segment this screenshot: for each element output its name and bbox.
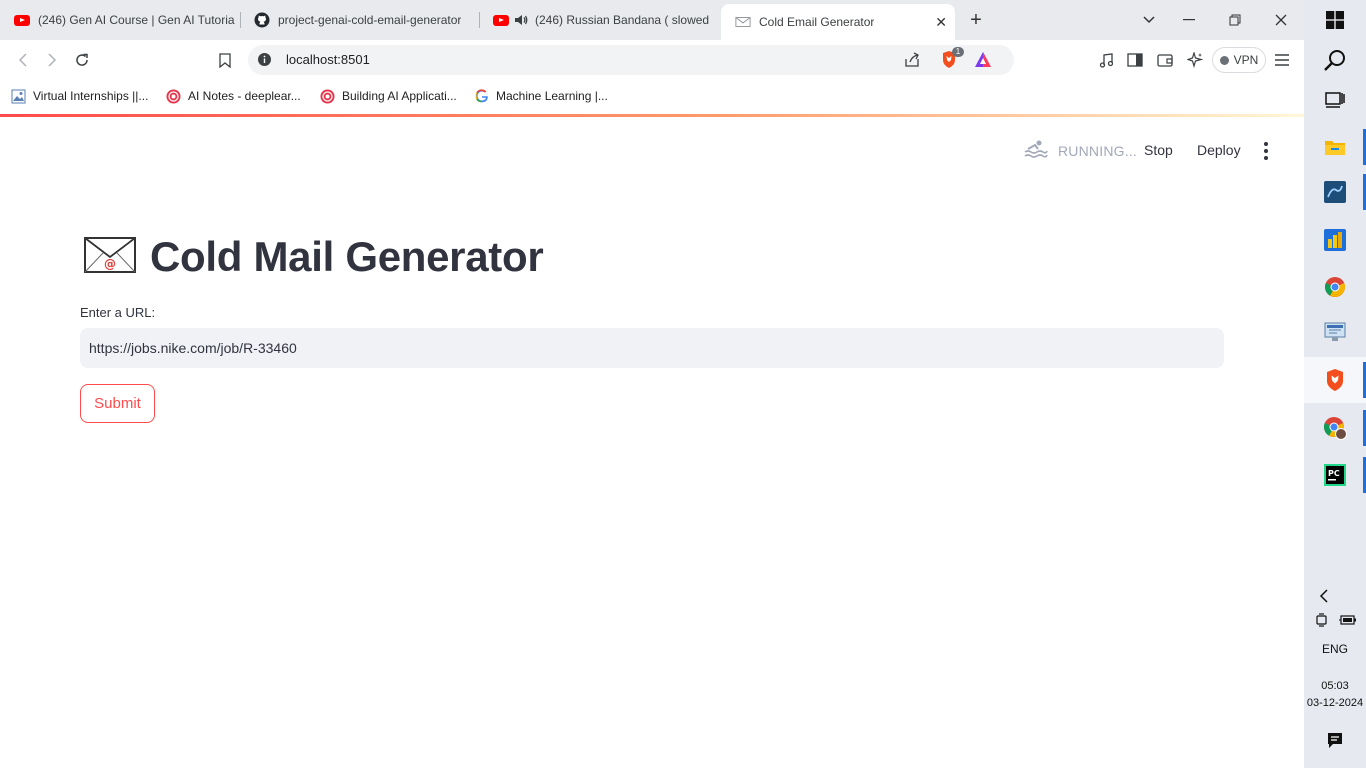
- tab-russian-bandana[interactable]: (246) Russian Bandana ( slowed: [479, 0, 717, 40]
- restore-icon[interactable]: [1222, 0, 1248, 40]
- github-icon: [254, 12, 270, 28]
- image-icon: [11, 89, 26, 104]
- bookmark-label: Building AI Applicati...: [342, 89, 457, 103]
- tab-title: (246) Russian Bandana ( slowed: [535, 13, 710, 27]
- sidebar-toggle-icon[interactable]: [1120, 40, 1150, 80]
- running-swimmer-icon: [1024, 139, 1048, 162]
- clock-time[interactable]: 05:03: [1304, 680, 1366, 692]
- share-icon[interactable]: [904, 52, 920, 73]
- tab-search-chevron-icon[interactable]: [1138, 0, 1160, 40]
- bookmark-machine-learning[interactable]: Machine Learning |...: [474, 86, 608, 106]
- new-tab-icon[interactable]: +: [964, 0, 988, 40]
- bookmarks-bar: Virtual Internships ||... AI Notes - dee…: [0, 80, 1304, 114]
- search-icon[interactable]: [1323, 48, 1347, 72]
- bookmark-building-ai[interactable]: Building AI Applicati...: [320, 86, 457, 106]
- wallet-icon[interactable]: [1150, 40, 1180, 80]
- site-info-icon[interactable]: [257, 52, 272, 72]
- remote-desktop-icon[interactable]: [1323, 320, 1347, 344]
- bookmark-label: AI Notes - deeplear...: [188, 89, 301, 103]
- page-title: Cold Mail Generator: [150, 233, 544, 280]
- back-icon[interactable]: [8, 40, 38, 80]
- stop-button[interactable]: Stop: [1144, 142, 1173, 158]
- vpn-status-icon: [1219, 55, 1229, 65]
- vpn-label: VPN: [1233, 53, 1259, 67]
- pycharm-icon[interactable]: PC: [1323, 463, 1347, 487]
- meet-now-icon[interactable]: [1310, 608, 1334, 632]
- tab-github-project[interactable]: project-genai-cold-email-generator: [240, 0, 476, 40]
- brave-rewards-icon[interactable]: [974, 51, 992, 73]
- brave-shields-badge: 1: [952, 47, 964, 57]
- tab-cold-email-generator[interactable]: Cold Email Generator ✕: [721, 4, 955, 40]
- svg-text:PC: PC: [1328, 469, 1340, 478]
- minimize-icon[interactable]: [1176, 0, 1202, 40]
- streamlit-app: RUNNING... Stop Deploy @ Cold Mail Gener…: [0, 117, 1304, 768]
- menu-hamburger-icon[interactable]: [1267, 40, 1297, 80]
- bookmark-icon[interactable]: [210, 40, 240, 80]
- youtube-icon: [493, 12, 509, 28]
- forward-icon[interactable]: [37, 40, 67, 80]
- browser-toolbar: localhost:8501 1 VPN: [0, 40, 1304, 80]
- tab-title: project-genai-cold-email-generator: [278, 13, 462, 27]
- task-view-icon[interactable]: [1323, 87, 1347, 111]
- bookmark-virtual-internships[interactable]: Virtual Internships ||...: [11, 86, 148, 106]
- bookmark-label: Virtual Internships ||...: [33, 89, 149, 103]
- deploy-button[interactable]: Deploy: [1197, 142, 1241, 158]
- notifications-icon[interactable]: [1323, 728, 1347, 752]
- input-language[interactable]: ENG: [1304, 642, 1366, 656]
- main-menu-kebab-icon[interactable]: [1258, 141, 1274, 161]
- windows-start-icon[interactable]: [1323, 8, 1347, 32]
- close-window-icon[interactable]: [1268, 0, 1294, 40]
- media-music-icon[interactable]: [1091, 40, 1121, 80]
- clock-date[interactable]: 03-12-2024: [1304, 697, 1366, 709]
- tab-title: (246) Gen AI Course | Gen AI Tutoria: [38, 13, 235, 27]
- tab-title: Cold Email Generator: [759, 15, 875, 29]
- page-title-row: @ Cold Mail Generator: [84, 233, 544, 281]
- url-input[interactable]: [80, 328, 1224, 368]
- vpn-button[interactable]: VPN: [1212, 47, 1266, 73]
- tab-gen-ai-course[interactable]: (246) Gen AI Course | Gen AI Tutoria: [0, 0, 238, 40]
- browser-window: (246) Gen AI Course | Gen AI Tutoria pro…: [0, 0, 1304, 768]
- reload-icon[interactable]: [67, 40, 97, 80]
- svg-text:@: @: [104, 257, 116, 271]
- speaker-icon[interactable]: [513, 12, 529, 28]
- tab-strip: (246) Gen AI Course | Gen AI Tutoria pro…: [0, 0, 1304, 40]
- brave-browser-icon[interactable]: [1323, 368, 1347, 392]
- power-bi-icon[interactable]: [1323, 228, 1347, 252]
- deeplearning-icon: [166, 89, 181, 104]
- url-field-label: Enter a URL:: [80, 305, 156, 320]
- running-status-text: RUNNING...: [1058, 142, 1137, 159]
- running-status: RUNNING...: [1024, 139, 1137, 162]
- address-text: localhost:8501: [286, 52, 370, 67]
- battery-icon[interactable]: [1336, 608, 1360, 632]
- submit-button[interactable]: Submit: [80, 384, 155, 423]
- bookmark-label: Machine Learning |...: [496, 89, 608, 103]
- chrome-icon[interactable]: [1323, 275, 1347, 299]
- bookmark-ai-notes[interactable]: AI Notes - deeplear...: [166, 86, 301, 106]
- youtube-icon: [14, 12, 30, 28]
- google-icon: [474, 89, 489, 104]
- file-explorer-icon[interactable]: [1323, 135, 1347, 159]
- deeplearning-icon: [320, 89, 335, 104]
- chrome-profile-icon[interactable]: [1323, 416, 1347, 440]
- streamlit-icon: [735, 14, 751, 30]
- close-tab-icon[interactable]: ✕: [935, 14, 947, 31]
- mysql-icon[interactable]: [1323, 180, 1347, 204]
- address-bar[interactable]: localhost:8501 1: [248, 45, 1014, 75]
- envelope-icon: @: [84, 236, 136, 279]
- show-hidden-icons-chevron-icon[interactable]: [1312, 584, 1336, 608]
- leo-ai-icon[interactable]: [1180, 40, 1210, 80]
- windows-taskbar: PC ENG 05:03 03-12-2024: [1304, 0, 1366, 768]
